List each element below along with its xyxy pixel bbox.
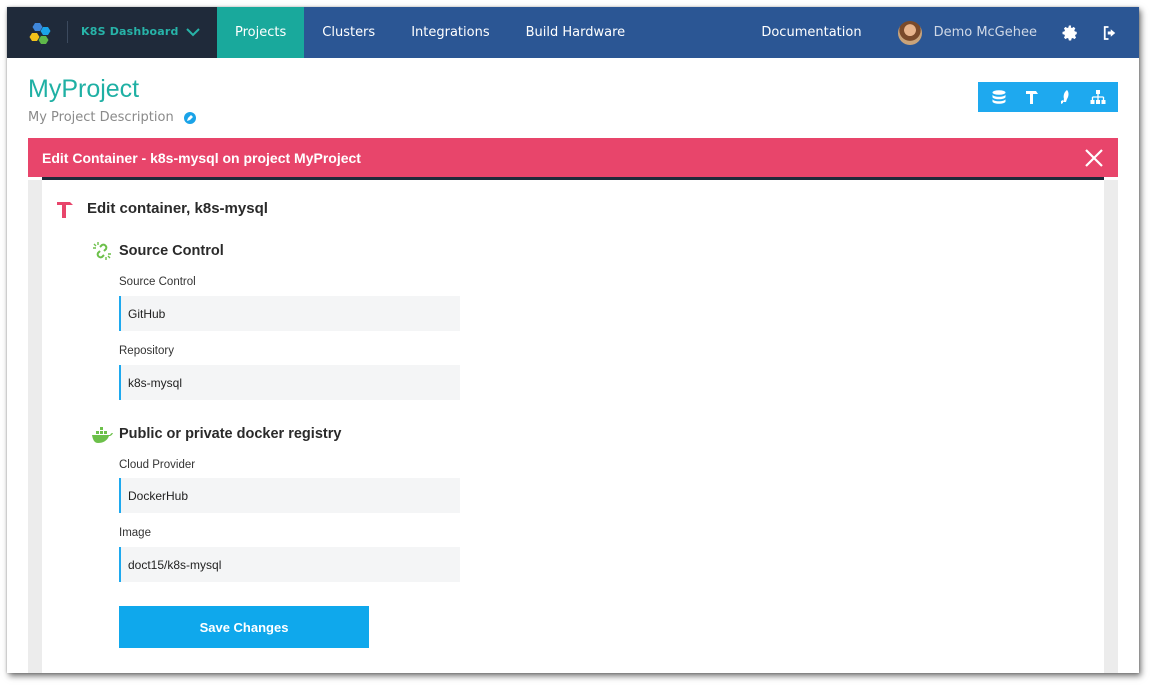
app-window: K8S Dashboard Projects Clusters Integrat… <box>7 7 1139 673</box>
source-control-title: Source Control <box>119 243 224 259</box>
brand-divider <box>67 21 68 43</box>
image-label: Image <box>119 527 151 539</box>
sitemap-icon[interactable] <box>1089 88 1107 106</box>
nav-item-integrations[interactable]: Integrations <box>393 7 507 58</box>
brand-area[interactable]: K8S Dashboard <box>7 7 217 58</box>
project-description-text: My Project Description <box>28 110 174 125</box>
save-changes-button[interactable]: Save Changes <box>119 606 369 648</box>
chevron-down-icon[interactable] <box>185 26 201 38</box>
avatar[interactable] <box>897 20 922 45</box>
repository-label: Repository <box>119 345 174 357</box>
edit-description-icon[interactable] <box>183 111 196 124</box>
form-heading: Edit container, k8s-mysql <box>87 200 268 217</box>
source-control-field[interactable] <box>119 296 460 331</box>
edit-container-banner: Edit Container - k8s-mysql on project My… <box>28 138 1118 177</box>
page-title: MyProject <box>28 75 140 103</box>
gear-icon[interactable] <box>1061 24 1079 42</box>
hammer-icon <box>57 202 73 218</box>
cloud-provider-field[interactable] <box>119 478 460 513</box>
rocket-icon[interactable] <box>1056 88 1074 106</box>
cloud-provider-label: Cloud Provider <box>119 459 196 471</box>
panel-border-right <box>1104 180 1118 673</box>
database-icon[interactable] <box>990 88 1008 106</box>
hammer-icon[interactable] <box>1023 88 1041 106</box>
nav-right: Documentation Demo McGehee <box>761 7 1139 58</box>
registry-title: Public or private docker registry <box>119 426 342 442</box>
docker-whale-icon <box>92 427 113 443</box>
panel-border-left <box>28 180 42 673</box>
link-icon <box>93 242 111 260</box>
project-toolbar <box>978 82 1118 112</box>
close-icon[interactable] <box>1084 148 1104 168</box>
hexagon-logo-icon <box>29 23 51 44</box>
documentation-link[interactable]: Documentation <box>761 25 861 40</box>
brand-name: K8S Dashboard <box>81 25 179 38</box>
nav-item-clusters[interactable]: Clusters <box>304 7 393 58</box>
project-description: My Project Description <box>28 110 196 125</box>
nav-item-projects[interactable]: Projects <box>217 7 305 58</box>
top-nav: K8S Dashboard Projects Clusters Integrat… <box>7 7 1139 58</box>
sign-out-icon[interactable] <box>1101 24 1119 42</box>
image-field[interactable] <box>119 547 460 582</box>
nav-item-build-hardware[interactable]: Build Hardware <box>508 7 644 58</box>
repository-field[interactable] <box>119 365 460 400</box>
user-name[interactable]: Demo McGehee <box>934 25 1037 40</box>
banner-title: Edit Container - k8s-mysql on project My… <box>42 149 361 166</box>
banner-divider <box>42 177 1104 180</box>
source-control-label: Source Control <box>119 276 196 288</box>
